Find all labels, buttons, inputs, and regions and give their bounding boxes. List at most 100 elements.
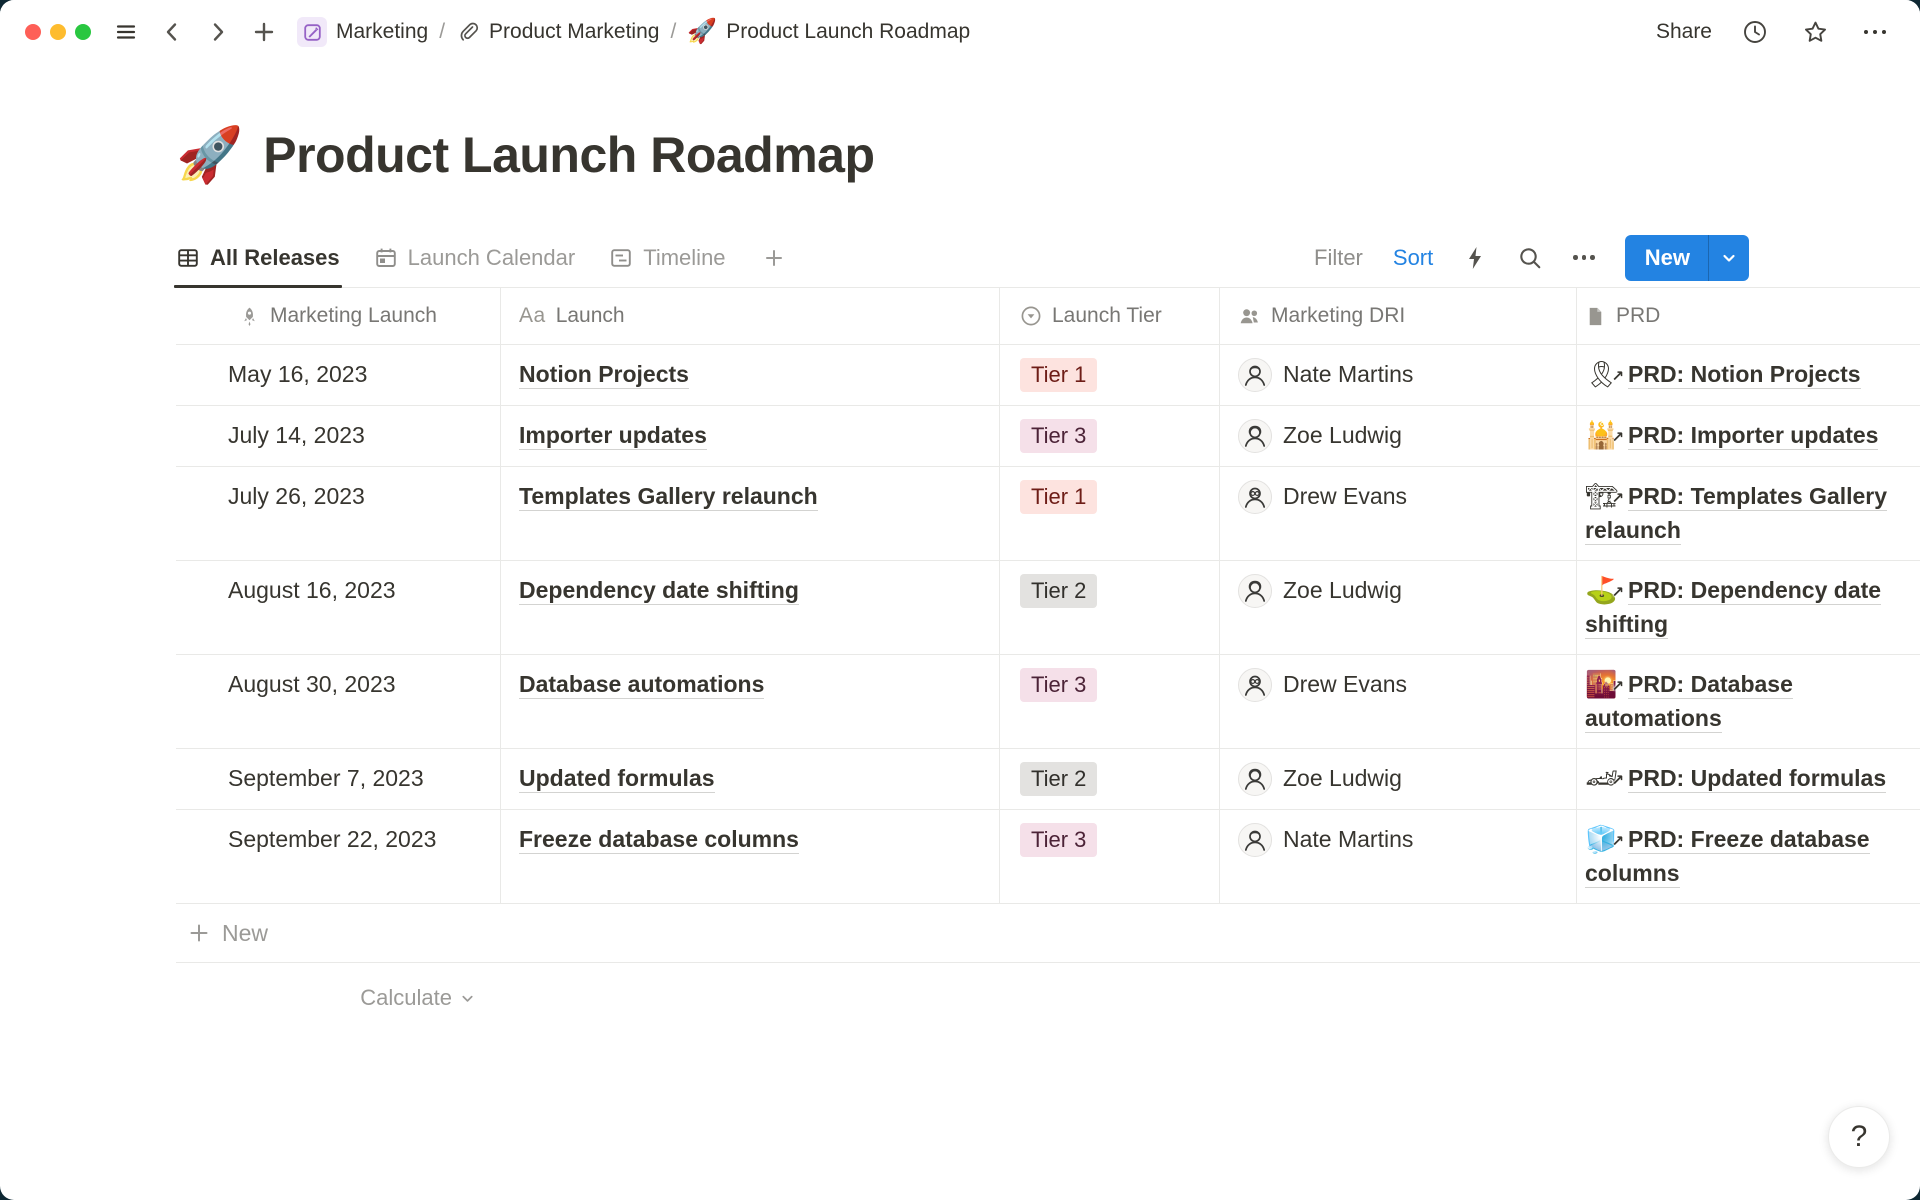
prd-page-link[interactable]: PRD: Updated formulas: [1628, 765, 1886, 793]
cell-launch-tier[interactable]: Tier 3: [1000, 655, 1220, 748]
launch-page-link[interactable]: Freeze database columns: [519, 826, 799, 854]
breadcrumb-item-product-marketing[interactable]: Product Marketing: [456, 20, 659, 44]
chevron-left-icon: [161, 21, 183, 43]
launch-page-link[interactable]: Notion Projects: [519, 361, 689, 389]
close-window-button[interactable]: [25, 24, 41, 40]
plus-icon: [188, 922, 210, 944]
automations-button[interactable]: [1463, 245, 1487, 271]
cell-prd[interactable]: 🎗↗PRD: Notion Projects: [1577, 345, 1920, 405]
cell-launch[interactable]: Notion Projects: [501, 345, 1000, 405]
tier-badge: Tier 2: [1020, 574, 1097, 608]
view-options-button[interactable]: [1573, 255, 1595, 260]
breadcrumb-item-current-page[interactable]: 🚀 Product Launch Roadmap: [687, 20, 970, 44]
cell-marketing-launch[interactable]: August 16, 2023: [176, 561, 501, 654]
forward-button[interactable]: [201, 15, 235, 49]
table-row: July 26, 2023 Templates Gallery relaunch…: [176, 467, 1920, 561]
cell-prd[interactable]: ⛳↗PRD: Dependency date shifting: [1577, 561, 1920, 654]
new-button-dropdown[interactable]: [1708, 235, 1749, 281]
cell-launch-tier[interactable]: Tier 3: [1000, 406, 1220, 466]
column-header-launch[interactable]: Aa Launch: [501, 288, 1000, 344]
cell-prd[interactable]: 🧊↗PRD: Freeze database columns: [1577, 810, 1920, 903]
table-header-row: Marketing Launch Aa Launch Launch Tier M…: [176, 288, 1920, 345]
launch-page-link[interactable]: Templates Gallery relaunch: [519, 483, 818, 511]
chevron-right-icon: [207, 21, 229, 43]
cell-marketing-dri[interactable]: Zoe Ludwig: [1220, 561, 1577, 654]
cell-launch[interactable]: Database automations: [501, 655, 1000, 748]
cell-prd[interactable]: 🏎↗PRD: Updated formulas: [1577, 749, 1920, 809]
title-property-icon: Aa: [519, 299, 546, 333]
cell-marketing-launch[interactable]: July 14, 2023: [176, 406, 501, 466]
cell-marketing-launch[interactable]: September 7, 2023: [176, 749, 501, 809]
cell-marketing-dri[interactable]: Zoe Ludwig: [1220, 406, 1577, 466]
zoom-window-button[interactable]: [75, 24, 91, 40]
tab-timeline[interactable]: Timeline: [609, 228, 725, 287]
breadcrumb-item-marketing[interactable]: Marketing: [297, 17, 428, 47]
cell-marketing-launch[interactable]: July 26, 2023: [176, 467, 501, 560]
launch-page-link[interactable]: Importer updates: [519, 422, 707, 450]
favorite-button[interactable]: [1798, 15, 1832, 49]
column-header-prd[interactable]: PRD: [1577, 288, 1920, 344]
add-row-label: New: [222, 920, 268, 947]
cell-launch[interactable]: Importer updates: [501, 406, 1000, 466]
cell-marketing-dri[interactable]: Nate Martins: [1220, 345, 1577, 405]
cell-marketing-dri[interactable]: Drew Evans: [1220, 655, 1577, 748]
cell-prd[interactable]: 🏗↗PRD: Templates Gallery relaunch: [1577, 467, 1920, 560]
cell-launch-tier[interactable]: Tier 3: [1000, 810, 1220, 903]
launch-page-link[interactable]: Dependency date shifting: [519, 577, 799, 605]
launch-page-link[interactable]: Database automations: [519, 671, 764, 699]
cell-launch[interactable]: Freeze database columns: [501, 810, 1000, 903]
person-name: Zoe Ludwig: [1283, 573, 1402, 607]
cell-launch-tier[interactable]: Tier 1: [1000, 345, 1220, 405]
prd-page-link[interactable]: PRD: Freeze database columns: [1585, 826, 1870, 888]
page-property-icon: [1585, 306, 1606, 327]
search-button[interactable]: [1517, 245, 1543, 271]
breadcrumb-separator: /: [438, 20, 446, 44]
share-button[interactable]: Share: [1656, 20, 1712, 44]
tab-launch-calendar[interactable]: Launch Calendar: [374, 228, 576, 287]
calculate-button[interactable]: Calculate: [360, 985, 475, 1011]
filter-button[interactable]: Filter: [1314, 245, 1363, 271]
column-header-marketing-dri[interactable]: Marketing DRI: [1220, 288, 1577, 344]
add-row-button[interactable]: New: [176, 904, 1920, 963]
more-options-button[interactable]: [1858, 15, 1892, 49]
topbar-actions: Share: [1656, 15, 1892, 49]
tab-all-releases[interactable]: All Releases: [176, 228, 340, 287]
page-icon-rocket-emoji[interactable]: 🚀: [176, 128, 243, 182]
cell-marketing-dri[interactable]: Zoe Ludwig: [1220, 749, 1577, 809]
cell-launch-tier[interactable]: Tier 2: [1000, 749, 1220, 809]
cell-prd[interactable]: 🌇↗PRD: Database automations: [1577, 655, 1920, 748]
table-row: September 7, 2023 Updated formulas Tier …: [176, 749, 1920, 810]
cell-marketing-dri[interactable]: Drew Evans: [1220, 467, 1577, 560]
cell-launch[interactable]: Templates Gallery relaunch: [501, 467, 1000, 560]
cell-prd[interactable]: 🕌↗PRD: Importer updates: [1577, 406, 1920, 466]
paperclip-icon: [456, 20, 480, 44]
minimize-window-button[interactable]: [50, 24, 66, 40]
breadcrumb-label: Product Marketing: [489, 20, 659, 44]
sort-button[interactable]: Sort: [1393, 245, 1433, 271]
new-tab-button[interactable]: [247, 15, 281, 49]
prd-page-link[interactable]: PRD: Importer updates: [1628, 422, 1878, 450]
prd-page-link[interactable]: PRD: Templates Gallery relaunch: [1585, 483, 1887, 545]
cell-marketing-launch[interactable]: September 22, 2023: [176, 810, 501, 903]
cell-marketing-launch[interactable]: May 16, 2023: [176, 345, 501, 405]
cell-marketing-dri[interactable]: Nate Martins: [1220, 810, 1577, 903]
calculate-label: Calculate: [360, 985, 452, 1011]
cell-launch-tier[interactable]: Tier 2: [1000, 561, 1220, 654]
sidebar-menu-button[interactable]: [109, 15, 143, 49]
new-button[interactable]: New: [1625, 235, 1708, 281]
view-controls: Filter Sort New: [1314, 235, 1920, 281]
column-header-marketing-launch[interactable]: Marketing Launch: [176, 288, 501, 344]
prd-page-link[interactable]: PRD: Notion Projects: [1628, 361, 1861, 389]
updates-button[interactable]: [1738, 15, 1772, 49]
cell-launch-tier[interactable]: Tier 1: [1000, 467, 1220, 560]
mention-arrow-icon: ↗: [1611, 670, 1624, 704]
add-view-button[interactable]: [762, 228, 786, 287]
launch-page-link[interactable]: Updated formulas: [519, 765, 715, 793]
cell-launch[interactable]: Updated formulas: [501, 749, 1000, 809]
prd-page-link[interactable]: PRD: Dependency date shifting: [1585, 577, 1881, 639]
column-header-launch-tier[interactable]: Launch Tier: [1000, 288, 1220, 344]
cell-marketing-launch[interactable]: August 30, 2023: [176, 655, 501, 748]
back-button[interactable]: [155, 15, 189, 49]
cell-launch[interactable]: Dependency date shifting: [501, 561, 1000, 654]
help-button[interactable]: ?: [1828, 1106, 1890, 1168]
